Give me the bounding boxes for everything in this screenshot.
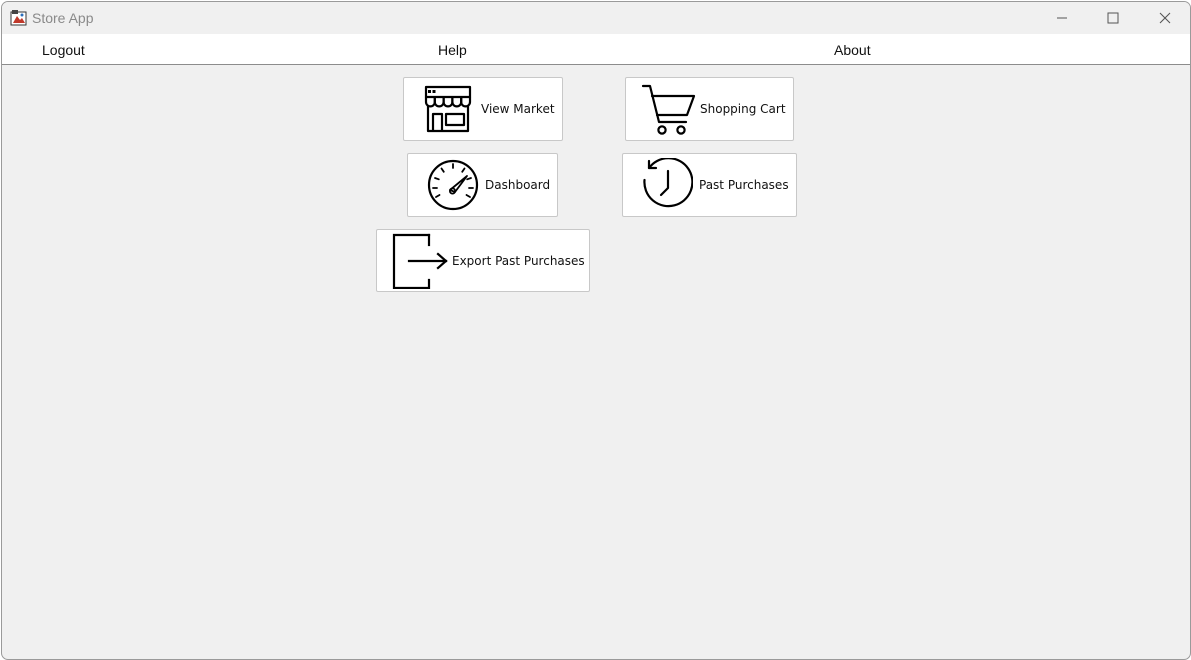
maximize-icon: [1107, 12, 1119, 24]
export-arrow-icon: [392, 233, 448, 289]
menu-about[interactable]: About: [834, 42, 871, 58]
speedometer-icon: [427, 159, 479, 211]
dashboard-label: Dashboard: [485, 178, 551, 192]
history-clock-icon: [643, 158, 693, 208]
close-button[interactable]: [1142, 2, 1188, 34]
view-market-label: View Market: [481, 102, 555, 116]
export-past-purchases-button[interactable]: Export Past Purchases: [376, 229, 590, 292]
dashboard-button[interactable]: Dashboard: [407, 153, 558, 217]
maximize-button[interactable]: [1090, 2, 1136, 34]
storefront-icon: [424, 85, 472, 133]
close-icon: [1159, 12, 1171, 24]
app-window: Store App Logout Help About View Market …: [1, 1, 1191, 660]
shopping-cart-icon: [641, 84, 696, 135]
shopping-cart-button[interactable]: Shopping Cart: [625, 77, 794, 141]
menu-bar: Logout Help About: [2, 34, 1190, 65]
menu-logout[interactable]: Logout: [42, 42, 85, 58]
past-purchases-label: Past Purchases: [699, 178, 789, 192]
menu-help[interactable]: Help: [438, 42, 467, 58]
export-past-purchases-label: Export Past Purchases: [452, 253, 585, 268]
past-purchases-button[interactable]: Past Purchases: [622, 153, 797, 217]
shopping-cart-label: Shopping Cart: [700, 102, 786, 116]
view-market-button[interactable]: View Market: [403, 77, 563, 141]
minimize-button[interactable]: [1039, 2, 1085, 34]
title-bar[interactable]: Store App: [2, 2, 1190, 34]
java-app-icon: [10, 9, 28, 27]
window-title: Store App: [32, 10, 94, 26]
minimize-icon: [1057, 17, 1067, 19]
